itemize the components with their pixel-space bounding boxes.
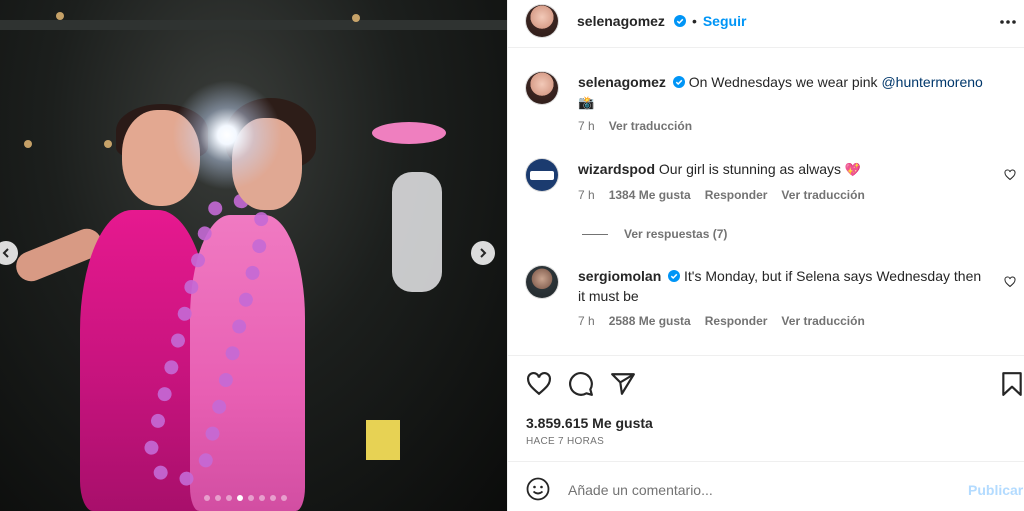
separator-dot: • — [691, 13, 697, 29]
comment-avatar-wizardspod[interactable] — [526, 159, 558, 191]
post-likes-count[interactable]: 3.859.615 Me gusta — [526, 415, 653, 431]
background-person — [392, 172, 442, 292]
more-options-icon[interactable] — [999, 12, 1017, 32]
verified-badge-icon — [668, 270, 681, 282]
replies-line — [582, 233, 608, 235]
carousel-dot — [204, 495, 210, 501]
carousel-indicator — [204, 495, 287, 501]
emoji-icon[interactable] — [526, 477, 550, 501]
next-photo-button[interactable] — [471, 241, 495, 265]
comment-username[interactable]: wizardspod — [578, 161, 655, 177]
background-light — [56, 12, 64, 20]
chevron-left-icon — [2, 248, 9, 258]
caption-time[interactable]: 7 h — [578, 119, 595, 133]
verified-badge-icon — [672, 76, 685, 88]
background-light — [352, 14, 360, 22]
comment-likes[interactable]: 2588 Me gusta — [609, 314, 691, 328]
reply-button[interactable]: Responder — [705, 314, 768, 328]
translate-button[interactable]: Ver traducción — [781, 314, 864, 328]
carousel-dot — [259, 495, 265, 501]
comment-text-row: wizardspod Our girl is stunning as alway… — [578, 159, 998, 180]
comment-input[interactable] — [568, 479, 948, 501]
caption: selenagomez On Wednesdays we wear pink @… — [578, 72, 1008, 133]
post-header: selenagomez • Seguir — [508, 0, 1024, 48]
verified-badge-icon — [673, 15, 686, 27]
like-heart-icon[interactable] — [526, 371, 552, 397]
reply-button[interactable]: Responder — [705, 188, 768, 202]
follow-button[interactable]: Seguir — [703, 13, 747, 29]
avatar[interactable] — [526, 5, 558, 37]
carousel-dot — [226, 495, 232, 501]
ceiling-beam — [0, 20, 507, 30]
comment-text: Our girl is stunning as always — [658, 161, 841, 177]
comment-meta: 7 h 1384 Me gusta Responder Ver traducci… — [578, 188, 998, 202]
post-photo[interactable] — [0, 0, 507, 511]
carousel-dot — [248, 495, 254, 501]
previous-photo-button[interactable] — [0, 241, 18, 265]
background-light — [104, 140, 112, 148]
post-time-ago: HACE 7 HORAS — [526, 436, 605, 447]
carousel-dot — [215, 495, 221, 501]
share-paper-plane-icon[interactable] — [610, 371, 636, 397]
caption-mention[interactable]: @huntermoreno — [881, 74, 982, 90]
comment-like-heart-icon[interactable] — [1004, 276, 1016, 288]
comment-time[interactable]: 7 h — [578, 314, 595, 328]
carousel-dot — [237, 495, 243, 501]
divider — [508, 461, 1024, 462]
comment-username[interactable]: sergiomolan — [578, 268, 661, 284]
comment-wizardspod: wizardspod Our girl is stunning as alway… — [578, 159, 998, 202]
pink-hat — [372, 122, 446, 144]
comment-bubble-icon[interactable] — [568, 371, 594, 397]
caption-meta: 7 h Ver traducción — [578, 119, 1008, 133]
header-username[interactable]: selenagomez — [577, 13, 665, 29]
comment-like-heart-icon[interactable] — [1004, 169, 1016, 181]
comment-likes[interactable]: 1384 Me gusta — [609, 188, 691, 202]
caption-text-row: selenagomez On Wednesdays we wear pink @… — [578, 72, 1008, 113]
comment-avatar-sergiomolan[interactable] — [526, 266, 558, 298]
header-user-row: selenagomez • Seguir — [577, 13, 746, 29]
save-bookmark-icon[interactable] — [999, 371, 1024, 397]
caption-text: On Wednesdays we wear pink — [688, 74, 878, 90]
publish-button[interactable]: Publicar — [968, 482, 1023, 498]
divider — [508, 355, 1024, 356]
caption-translate[interactable]: Ver traducción — [609, 119, 692, 133]
wizardspod-logo — [530, 170, 554, 180]
carousel-dot — [270, 495, 276, 501]
view-replies[interactable]: Ver respuestas (7) — [582, 227, 727, 241]
caption-username[interactable]: selenagomez — [578, 74, 666, 90]
translate-button[interactable]: Ver traducción — [781, 188, 864, 202]
comment-sergiomolan: sergiomolan It's Monday, but if Selena s… — [578, 266, 983, 328]
caption-avatar[interactable] — [526, 72, 558, 104]
camera-emoji: 📸 — [578, 95, 595, 110]
comment-meta: 7 h 2588 Me gusta Responder Ver traducci… — [578, 314, 983, 328]
background-box — [366, 420, 400, 460]
heart-emoji: 💖 — [844, 162, 862, 177]
post-details-panel: selenagomez • Seguir selenagomez On Wedn… — [507, 0, 1024, 511]
comment-time[interactable]: 7 h — [578, 188, 595, 202]
view-replies-label[interactable]: Ver respuestas (7) — [624, 227, 727, 241]
camera-flash — [172, 80, 282, 190]
comment-text-row: sergiomolan It's Monday, but if Selena s… — [578, 266, 983, 306]
chevron-right-icon — [480, 248, 487, 258]
carousel-dot — [281, 495, 287, 501]
background-light — [24, 140, 32, 148]
